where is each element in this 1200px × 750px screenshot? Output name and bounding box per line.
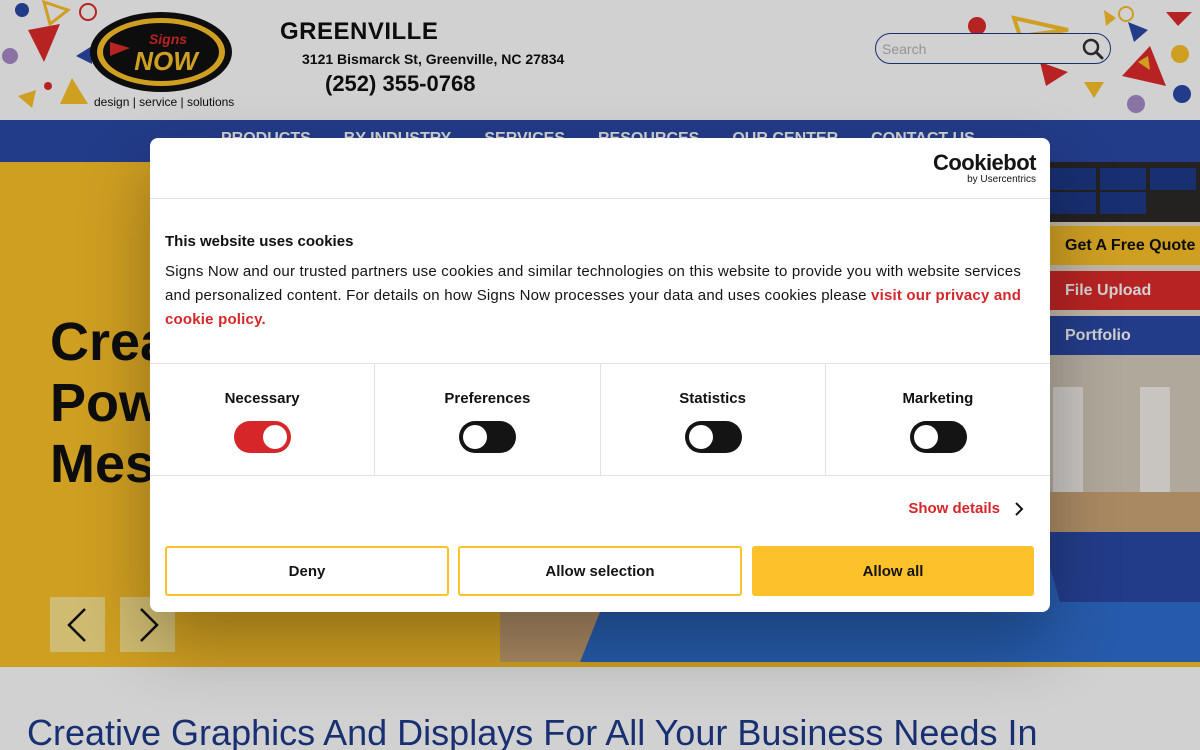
category-label: Statistics: [679, 390, 746, 407]
category-marketing: Marketing: [826, 364, 1050, 475]
cookiebot-brand: Cookiebot: [932, 150, 1037, 175]
category-label: Preferences: [444, 390, 531, 407]
necessary-toggle[interactable]: [234, 421, 292, 453]
consent-categories: Necessary Preferences Statistics Marketi…: [150, 363, 1050, 476]
category-statistics: Statistics: [601, 364, 826, 475]
category-label: Necessary: [224, 390, 300, 407]
allow-all-button[interactable]: Allow all: [752, 546, 1034, 596]
dialog-body: Signs Now and our trusted partners use c…: [165, 260, 1037, 332]
statistics-toggle[interactable]: [684, 421, 742, 453]
category-preferences: Preferences: [375, 364, 601, 475]
cookie-consent-dialog: Cookiebot by Usercentrics This website u…: [150, 138, 1050, 612]
allow-selection-button[interactable]: Allow selection: [458, 546, 742, 596]
category-label: Marketing: [902, 390, 974, 407]
cookiebot-logo[interactable]: Cookiebot by Usercentrics: [932, 150, 1037, 186]
cookiebot-brand-sub: by Usercentrics: [967, 174, 1036, 185]
preferences-toggle[interactable]: [459, 421, 517, 453]
dialog-title: This website uses cookies: [165, 233, 354, 250]
dialog-header: Cookiebot by Usercentrics: [150, 138, 1050, 199]
category-necessary: Necessary: [150, 364, 376, 475]
marketing-toggle[interactable]: [909, 421, 967, 453]
deny-button[interactable]: Deny: [165, 546, 449, 596]
chevron-right-icon: [1015, 501, 1024, 516]
show-details-link[interactable]: Show details: [908, 500, 1024, 517]
show-details-label: Show details: [908, 500, 1000, 517]
